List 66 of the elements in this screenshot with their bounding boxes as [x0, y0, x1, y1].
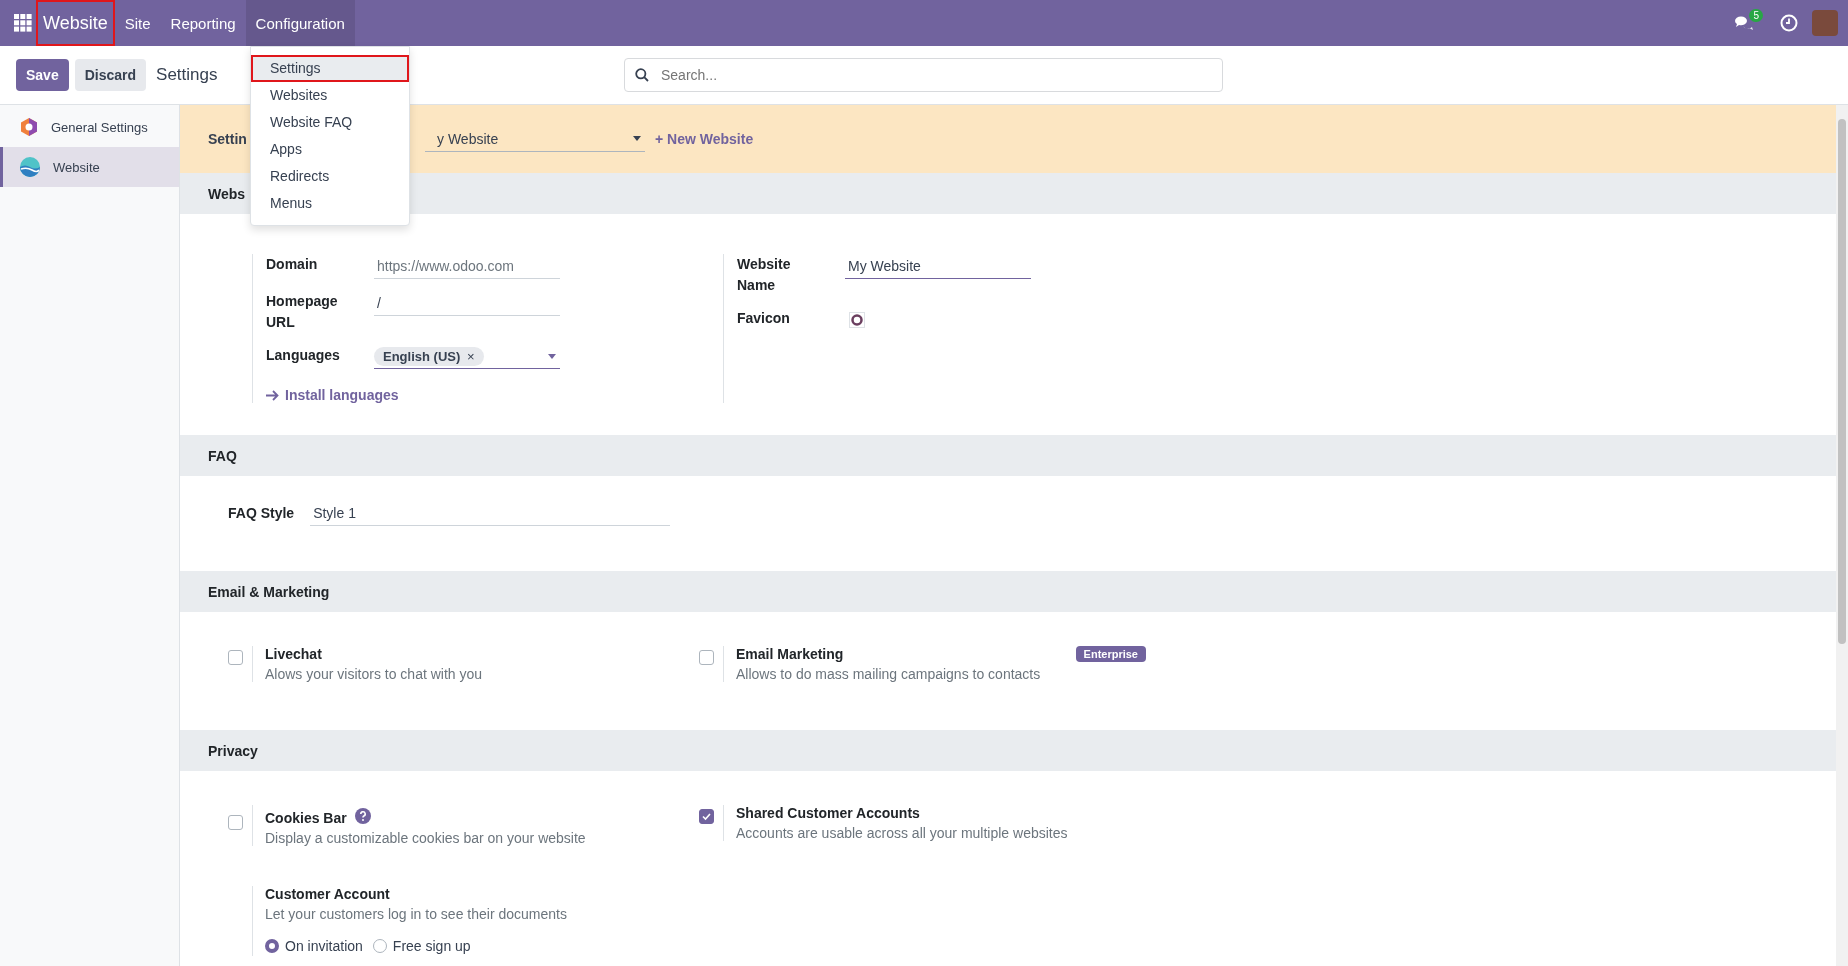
setting-description: Allows to do mass mailing campaigns to contacts: [736, 666, 1042, 682]
section-header: Privacy: [180, 730, 1836, 771]
caret-icon: [633, 136, 641, 141]
discard-button[interactable]: Discard: [74, 59, 147, 91]
setting-title: Cookies Bar: [265, 810, 347, 826]
checkbox[interactable]: [699, 650, 714, 665]
checkbox[interactable]: [699, 809, 714, 824]
search-icon: [635, 68, 649, 82]
field-label: Homepage URL: [266, 292, 339, 332]
help-icon[interactable]: [354, 807, 371, 824]
checkbox[interactable]: [228, 815, 243, 830]
setting-description: Let your customers log in to see their documents: [265, 906, 568, 922]
settings-icon: [19, 117, 39, 137]
input-field[interactable]: My Website: [845, 254, 1031, 279]
radio-option[interactable]: Free sign up: [372, 938, 471, 954]
setting-title: Email Marketing: [736, 646, 844, 662]
menu-item[interactable]: Configuration: [245, 0, 355, 46]
setting-title: Shared Customer Accounts: [736, 805, 920, 821]
install-languages-link[interactable]: Install languages: [266, 387, 723, 403]
clock-icon[interactable]: [1780, 14, 1798, 32]
dropdown-item[interactable]: Settings: [251, 55, 409, 82]
field-label: FAQ Style: [228, 504, 295, 523]
setting-title: Customer Account: [265, 886, 391, 902]
dropdown-item[interactable]: Menus: [251, 190, 409, 217]
input-field[interactable]: Style 1: [310, 501, 671, 526]
sidebar-item[interactable]: General Settings: [0, 107, 179, 147]
setting-description: Display a customizable cookies bar on your website: [265, 830, 587, 846]
message-count-badge: 5: [1749, 9, 1763, 22]
caret-icon: [548, 354, 556, 359]
sidebar-item[interactable]: Website: [0, 147, 179, 187]
enterprise-badge: Enterprise: [1075, 646, 1146, 662]
field-label: Domain: [266, 255, 319, 274]
arrow-right-icon: [266, 389, 279, 401]
scrollbar-thumb[interactable]: [1838, 119, 1846, 644]
save-button[interactable]: Save: [16, 59, 69, 91]
apps-grid-icon[interactable]: [14, 14, 32, 32]
chat-icon[interactable]: [1734, 15, 1754, 31]
input-field[interactable]: https://www.odoo.com: [374, 254, 560, 279]
field-label: Favicon: [737, 309, 791, 328]
menu-item[interactable]: Reporting: [160, 0, 246, 46]
field-label: Languages: [266, 346, 341, 365]
dropdown-item[interactable]: Redirects: [251, 163, 409, 190]
field-label: Website Name: [737, 255, 792, 295]
favicon-icon[interactable]: [849, 312, 865, 328]
new-website-link[interactable]: + New Website: [655, 131, 754, 147]
checkbox[interactable]: [228, 650, 243, 665]
tags-field[interactable]: English (US) ×: [374, 345, 560, 369]
setting-title: Livechat: [265, 646, 322, 662]
banner-label: Settin: [208, 131, 248, 147]
section-header: FAQ: [180, 435, 1836, 476]
dropdown-item[interactable]: Website FAQ: [251, 109, 409, 136]
dropdown-item[interactable]: Apps: [251, 136, 409, 163]
setting-description: Accounts are usable across all your multiple websites: [736, 825, 1069, 841]
remove-tag-button[interactable]: ×: [466, 349, 475, 364]
app-title[interactable]: Website: [36, 0, 115, 46]
menu-item[interactable]: Site: [114, 0, 161, 46]
search-field[interactable]: Search...: [624, 58, 1223, 92]
website-icon: [19, 156, 41, 178]
dropdown-item[interactable]: Websites: [251, 82, 409, 109]
radio-option[interactable]: On invitation: [265, 938, 363, 954]
language-tag: English (US) ×: [374, 347, 484, 366]
setting-description: Alows your visitors to chat with you: [265, 666, 484, 682]
section-header: Email & Marketing: [180, 571, 1836, 612]
website-select[interactable]: y Website: [425, 126, 645, 152]
breadcrumb-title: Settings: [156, 65, 218, 85]
input-field[interactable]: /: [374, 291, 560, 316]
